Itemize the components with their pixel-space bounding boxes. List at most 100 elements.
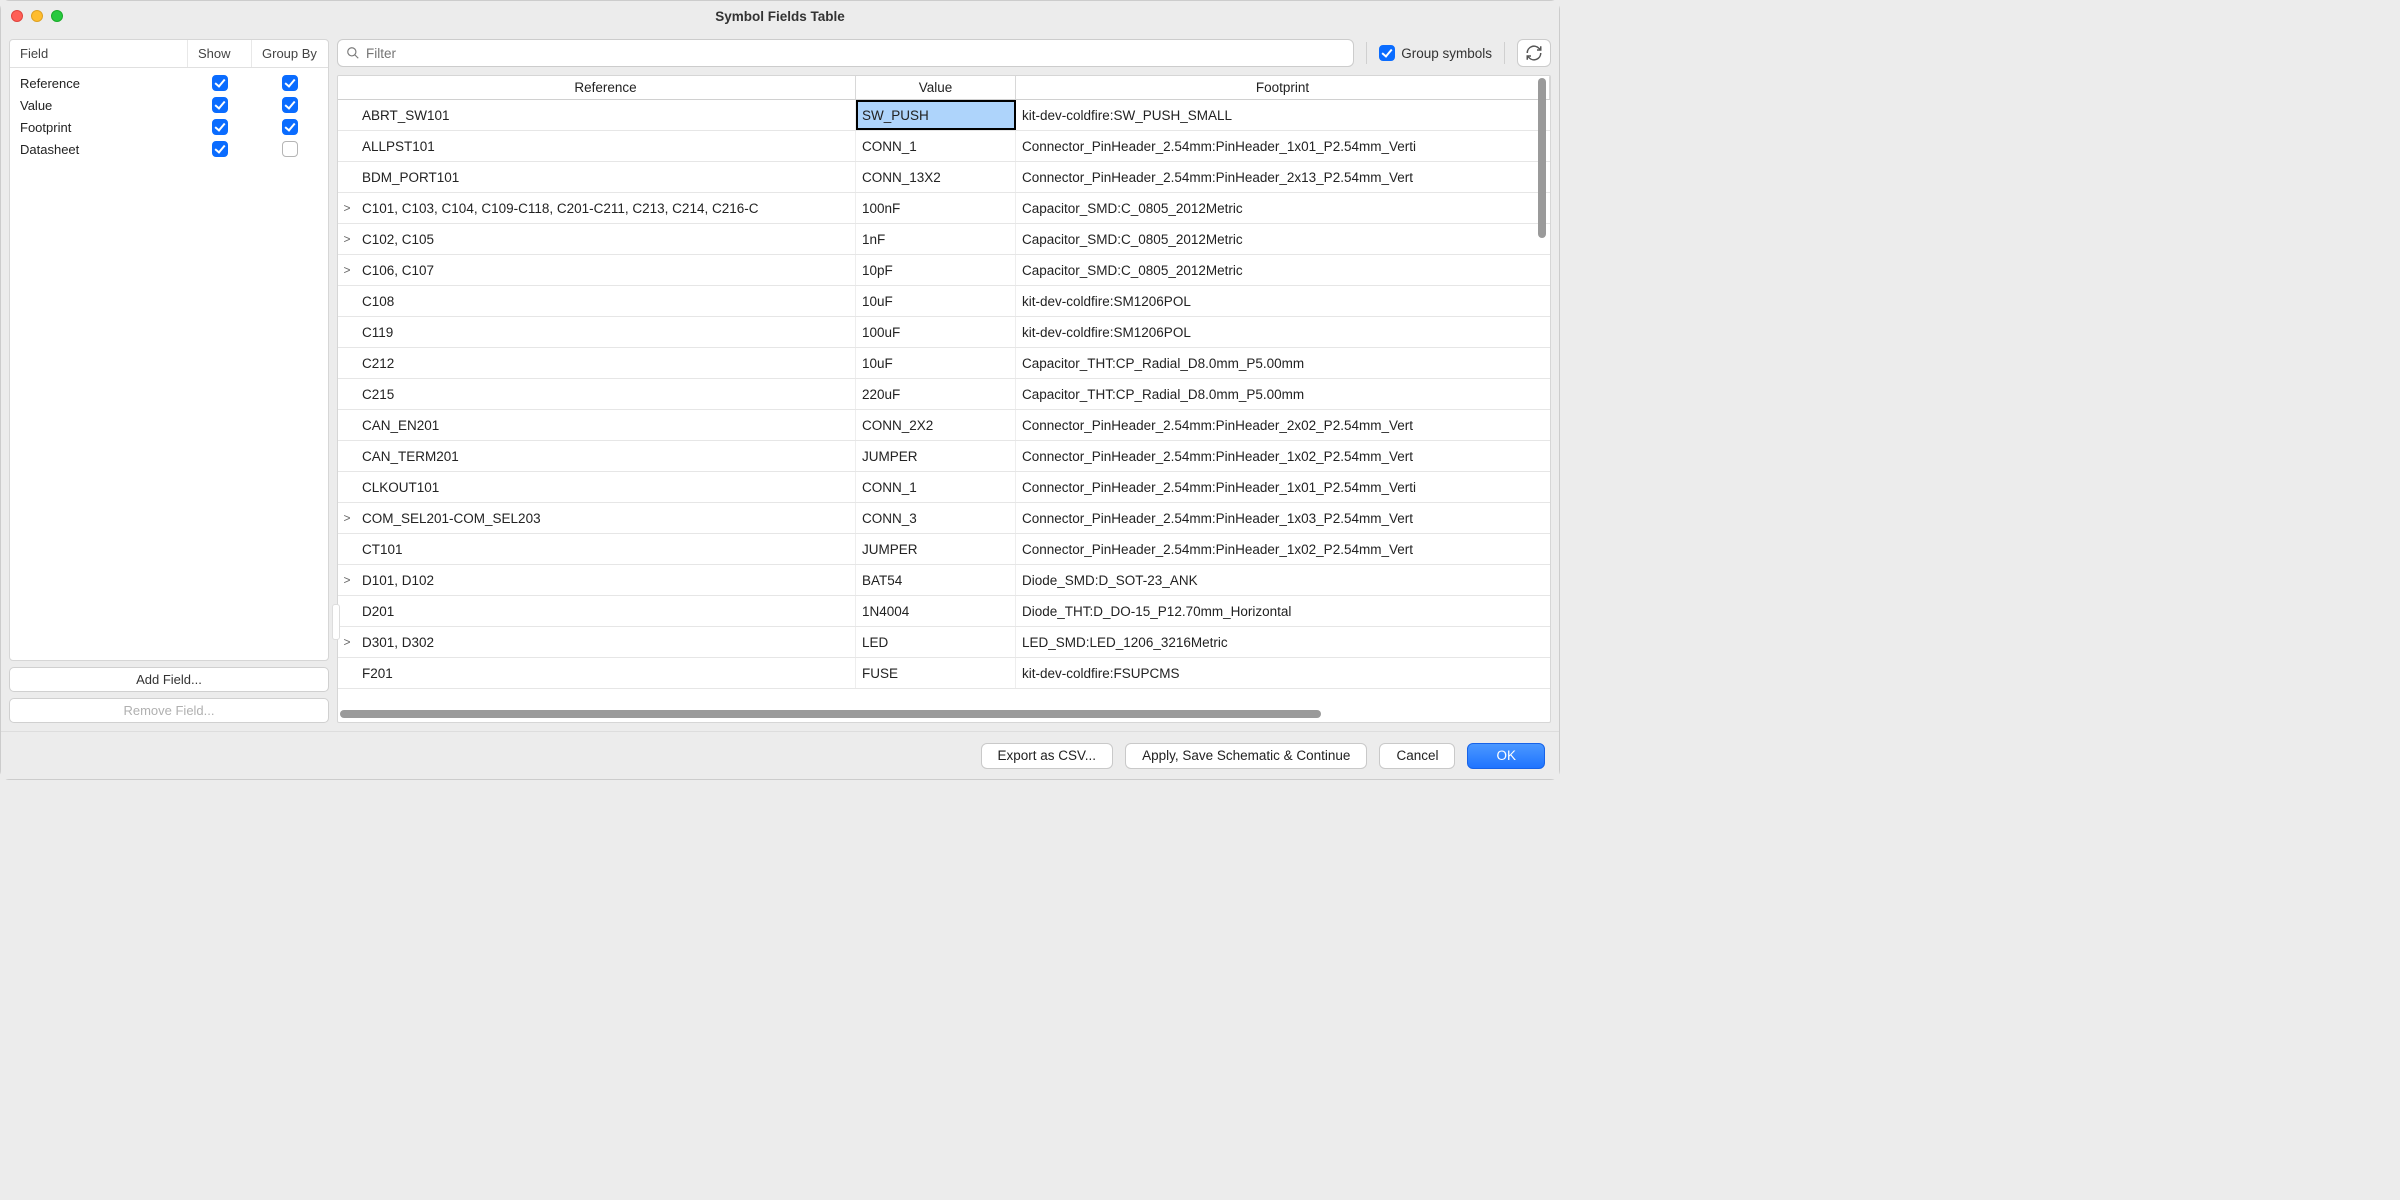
cell-reference[interactable]: ABRT_SW101 — [356, 100, 856, 130]
field-row[interactable]: Value — [10, 94, 328, 116]
col-footprint[interactable]: Footprint — [1016, 76, 1550, 99]
refresh-button[interactable] — [1517, 39, 1551, 67]
cell-footprint[interactable]: Capacitor_THT:CP_Radial_D8.0mm_P5.00mm — [1016, 348, 1550, 378]
data-grid[interactable]: Reference Value Footprint ABRT_SW101SW_P… — [337, 75, 1551, 723]
table-row[interactable]: C215220uFCapacitor_THT:CP_Radial_D8.0mm_… — [338, 379, 1550, 410]
group-checkbox[interactable] — [282, 141, 298, 157]
col-reference[interactable]: Reference — [356, 76, 856, 99]
cell-reference[interactable]: C212 — [356, 348, 856, 378]
cell-reference[interactable]: C119 — [356, 317, 856, 347]
cell-value[interactable]: JUMPER — [856, 534, 1016, 564]
table-row[interactable]: CAN_EN201CONN_2X2Connector_PinHeader_2.5… — [338, 410, 1550, 441]
cell-value[interactable]: 10pF — [856, 255, 1016, 285]
table-row[interactable]: F201FUSEkit-dev-coldfire:FSUPCMS — [338, 658, 1550, 689]
show-checkbox[interactable] — [212, 75, 228, 91]
cell-reference[interactable]: D201 — [356, 596, 856, 626]
cell-reference[interactable]: C106, C107 — [356, 255, 856, 285]
expand-toggle[interactable]: > — [338, 565, 356, 595]
cell-footprint[interactable]: Diode_THT:D_DO-15_P12.70mm_Horizontal — [1016, 596, 1550, 626]
show-checkbox[interactable] — [212, 141, 228, 157]
ok-button[interactable]: OK — [1467, 743, 1545, 769]
expand-toggle[interactable]: > — [338, 224, 356, 254]
table-row[interactable]: >COM_SEL201-COM_SEL203CONN_3Connector_Pi… — [338, 503, 1550, 534]
cell-reference[interactable]: C101, C103, C104, C109-C118, C201-C211, … — [356, 193, 856, 223]
cell-footprint[interactable]: Connector_PinHeader_2.54mm:PinHeader_2x0… — [1016, 410, 1550, 440]
cell-value[interactable]: JUMPER — [856, 441, 1016, 471]
cell-value[interactable]: CONN_13X2 — [856, 162, 1016, 192]
cell-reference[interactable]: CLKOUT101 — [356, 472, 856, 502]
cell-value[interactable]: 100uF — [856, 317, 1016, 347]
table-row[interactable]: C10810uFkit-dev-coldfire:SM1206POL — [338, 286, 1550, 317]
cell-reference[interactable]: CT101 — [356, 534, 856, 564]
table-row[interactable]: BDM_PORT101CONN_13X2Connector_PinHeader_… — [338, 162, 1550, 193]
cell-value[interactable]: LED — [856, 627, 1016, 657]
cell-footprint[interactable]: Connector_PinHeader_2.54mm:PinHeader_1x0… — [1016, 131, 1550, 161]
cell-reference[interactable]: D301, D302 — [356, 627, 856, 657]
group-symbols-checkbox[interactable] — [1379, 45, 1395, 61]
cell-footprint[interactable]: Capacitor_SMD:C_0805_2012Metric — [1016, 193, 1550, 223]
cell-footprint[interactable]: Connector_PinHeader_2.54mm:PinHeader_1x0… — [1016, 534, 1550, 564]
cell-footprint[interactable]: Capacitor_SMD:C_0805_2012Metric — [1016, 255, 1550, 285]
cancel-button[interactable]: Cancel — [1379, 743, 1455, 769]
cell-value[interactable]: 1N4004 — [856, 596, 1016, 626]
cell-value[interactable]: BAT54 — [856, 565, 1016, 595]
field-row[interactable]: Datasheet — [10, 138, 328, 160]
cell-footprint[interactable]: kit-dev-coldfire:SM1206POL — [1016, 286, 1550, 316]
cell-footprint[interactable]: Capacitor_THT:CP_Radial_D8.0mm_P5.00mm — [1016, 379, 1550, 409]
table-row[interactable]: C119100uFkit-dev-coldfire:SM1206POL — [338, 317, 1550, 348]
cell-value[interactable]: 1nF — [856, 224, 1016, 254]
col-value[interactable]: Value — [856, 76, 1016, 99]
cell-footprint[interactable]: kit-dev-coldfire:SM1206POL — [1016, 317, 1550, 347]
group-checkbox[interactable] — [282, 75, 298, 91]
show-checkbox[interactable] — [212, 97, 228, 113]
table-row[interactable]: >D301, D302LEDLED_SMD:LED_1206_3216Metri… — [338, 627, 1550, 658]
table-row[interactable]: C21210uFCapacitor_THT:CP_Radial_D8.0mm_P… — [338, 348, 1550, 379]
table-row[interactable]: >D101, D102BAT54Diode_SMD:D_SOT-23_ANK — [338, 565, 1550, 596]
table-row[interactable]: CT101JUMPERConnector_PinHeader_2.54mm:Pi… — [338, 534, 1550, 565]
cell-value[interactable]: CONN_1 — [856, 131, 1016, 161]
table-row[interactable]: >C102, C1051nFCapacitor_SMD:C_0805_2012M… — [338, 224, 1550, 255]
cell-footprint[interactable]: Connector_PinHeader_2.54mm:PinHeader_1x0… — [1016, 503, 1550, 533]
cell-value[interactable]: FUSE — [856, 658, 1016, 688]
table-row[interactable]: ALLPST101CONN_1Connector_PinHeader_2.54m… — [338, 131, 1550, 162]
cell-footprint[interactable]: LED_SMD:LED_1206_3216Metric — [1016, 627, 1550, 657]
splitter-handle[interactable] — [332, 600, 338, 644]
cell-footprint[interactable]: Diode_SMD:D_SOT-23_ANK — [1016, 565, 1550, 595]
table-row[interactable]: D2011N4004Diode_THT:D_DO-15_P12.70mm_Hor… — [338, 596, 1550, 627]
table-row[interactable]: >C101, C103, C104, C109-C118, C201-C211,… — [338, 193, 1550, 224]
table-row[interactable]: CLKOUT101CONN_1Connector_PinHeader_2.54m… — [338, 472, 1550, 503]
cell-value[interactable]: 220uF — [856, 379, 1016, 409]
filter-field[interactable] — [337, 39, 1354, 67]
cell-reference[interactable]: D101, D102 — [356, 565, 856, 595]
cell-reference[interactable]: C102, C105 — [356, 224, 856, 254]
apply-save-button[interactable]: Apply, Save Schematic & Continue — [1125, 743, 1367, 769]
expand-toggle[interactable]: > — [338, 255, 356, 285]
field-row[interactable]: Footprint — [10, 116, 328, 138]
cell-value[interactable]: CONN_1 — [856, 472, 1016, 502]
cell-reference[interactable]: ALLPST101 — [356, 131, 856, 161]
show-checkbox[interactable] — [212, 119, 228, 135]
filter-input[interactable] — [366, 46, 1345, 61]
group-checkbox[interactable] — [282, 119, 298, 135]
cell-footprint[interactable]: Capacitor_SMD:C_0805_2012Metric — [1016, 224, 1550, 254]
table-row[interactable]: >C106, C10710pFCapacitor_SMD:C_0805_2012… — [338, 255, 1550, 286]
add-field-button[interactable]: Add Field... — [9, 667, 329, 692]
cell-footprint[interactable]: kit-dev-coldfire:FSUPCMS — [1016, 658, 1550, 688]
cell-value[interactable]: 10uF — [856, 348, 1016, 378]
expand-toggle[interactable]: > — [338, 503, 356, 533]
cell-value[interactable]: 100nF — [856, 193, 1016, 223]
cell-value[interactable]: 10uF — [856, 286, 1016, 316]
cell-reference[interactable]: C108 — [356, 286, 856, 316]
cell-value[interactable]: CONN_3 — [856, 503, 1016, 533]
horizontal-scrollbar[interactable] — [340, 710, 1536, 720]
cell-reference[interactable]: C215 — [356, 379, 856, 409]
cell-reference[interactable]: F201 — [356, 658, 856, 688]
group-symbols-toggle[interactable]: Group symbols — [1379, 45, 1492, 61]
vertical-scrollbar[interactable] — [1538, 78, 1548, 708]
table-row[interactable]: ABRT_SW101SW_PUSHkit-dev-coldfire:SW_PUS… — [338, 100, 1550, 131]
field-row[interactable]: Reference — [10, 72, 328, 94]
expand-toggle[interactable]: > — [338, 627, 356, 657]
expand-toggle[interactable]: > — [338, 193, 356, 223]
cell-value[interactable]: SW_PUSH — [856, 100, 1016, 130]
cell-reference[interactable]: CAN_TERM201 — [356, 441, 856, 471]
